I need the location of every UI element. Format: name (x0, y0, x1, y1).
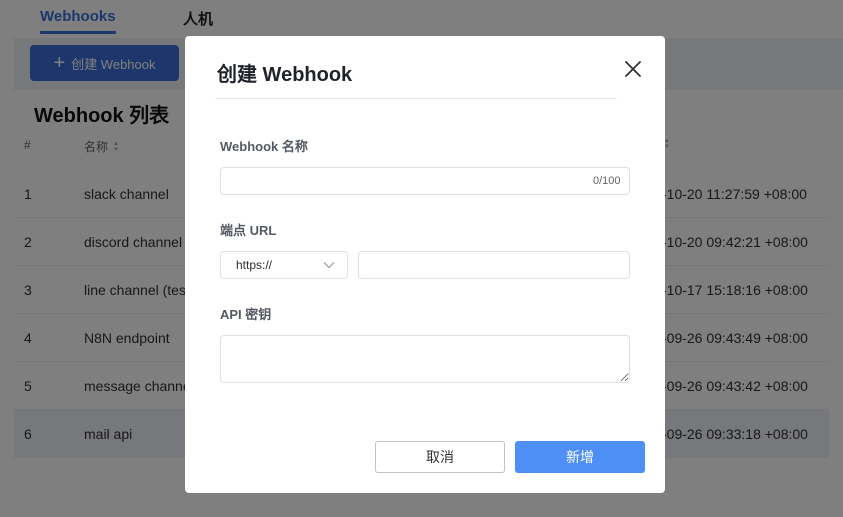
protocol-value: https:// (236, 258, 273, 272)
dialog-divider (215, 98, 617, 99)
dialog-title: 创建 Webhook (217, 64, 353, 86)
close-icon[interactable] (620, 56, 646, 82)
protocol-select[interactable]: https:// (220, 251, 348, 279)
add-button[interactable]: 新增 (515, 441, 645, 473)
chevron-down-icon (323, 258, 335, 272)
api-key-label: API 密钥 (220, 307, 272, 322)
cancel-button[interactable]: 取消 (375, 441, 505, 473)
name-char-counter: 0/100 (593, 175, 621, 187)
webhook-name-input[interactable] (220, 167, 630, 195)
webhook-name-label: Webhook 名称 (220, 139, 308, 154)
endpoint-url-input[interactable] (358, 251, 630, 279)
create-webhook-dialog: 创建 Webhook Webhook 名称 0/100 端点 URL https… (185, 36, 665, 493)
api-key-textarea[interactable] (220, 335, 630, 383)
endpoint-url-label: 端点 URL (220, 223, 277, 238)
